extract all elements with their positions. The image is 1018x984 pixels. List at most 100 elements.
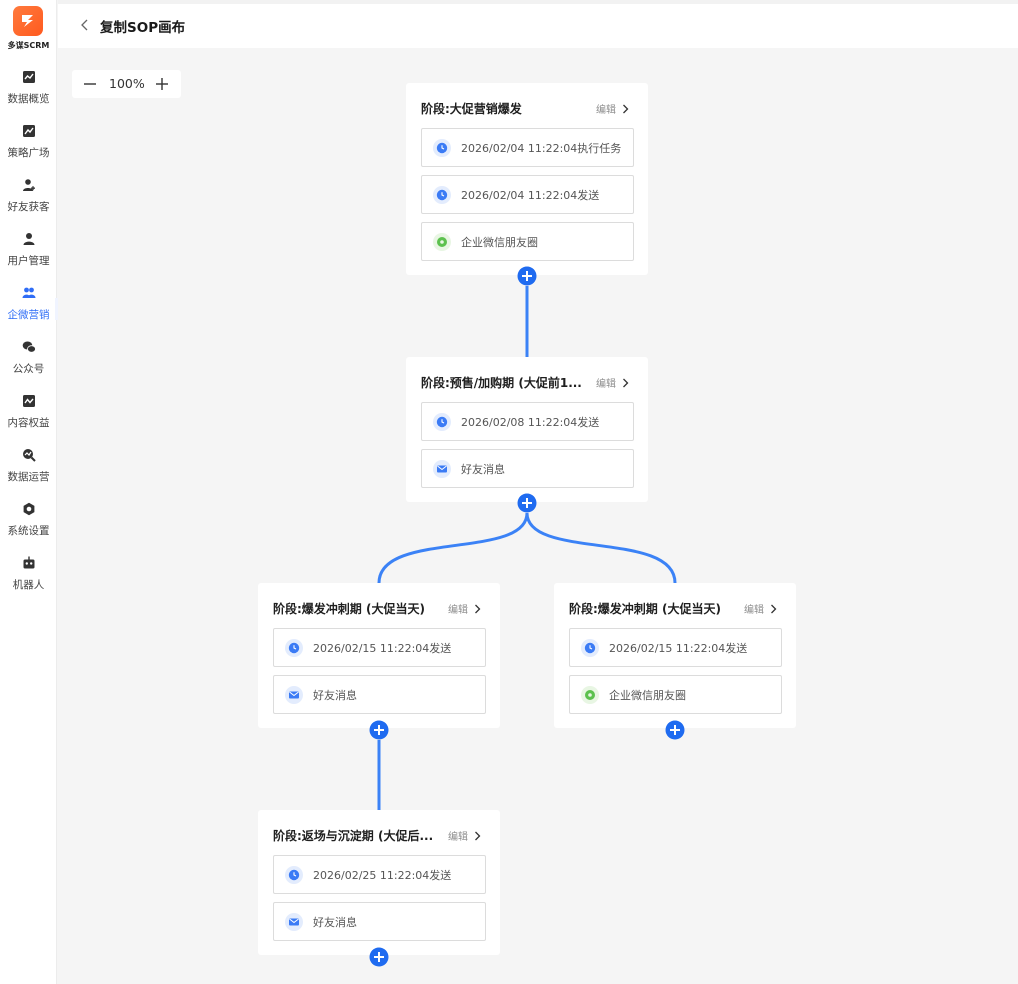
clock-icon bbox=[433, 138, 451, 157]
sidebar-item-data-ops[interactable]: 数据运营 bbox=[0, 448, 57, 496]
search-chart-icon bbox=[22, 449, 36, 462]
sop-stage-card[interactable]: 阶段:爆发冲刺期 (大促当天) 编辑 2026/02/15 11:22:04发送… bbox=[554, 583, 796, 728]
sop-stage-card[interactable]: 阶段:大促营销爆发 编辑 2026/02/04 11:22:04执行任务 202… bbox=[406, 83, 648, 275]
wechat-icon bbox=[22, 341, 36, 353]
sidebar-item-acquire[interactable]: 好友获客 bbox=[0, 178, 57, 226]
action-row[interactable]: 2026/02/15 11:22:04发送 bbox=[273, 628, 486, 667]
add-node-button[interactable] bbox=[517, 493, 537, 513]
chevron-right-icon bbox=[475, 604, 481, 614]
stage-title: 阶段:返场与沉淀期 (大促后... bbox=[273, 829, 434, 843]
zoom-out-icon[interactable] bbox=[81, 75, 99, 93]
sidebar-item-label: 策略广场 bbox=[7, 147, 50, 159]
trend-icon bbox=[22, 125, 35, 137]
add-node-button[interactable] bbox=[517, 266, 537, 286]
logo-icon bbox=[22, 15, 33, 27]
sop-stage-card[interactable]: 阶段:预售/加购期 (大促前1... 编辑 2026/02/08 11:22:0… bbox=[406, 357, 648, 502]
edit-button[interactable]: 编辑 bbox=[448, 828, 481, 843]
sidebar-item-label: 企微营销 bbox=[7, 309, 50, 321]
action-row[interactable]: 2026/02/04 11:22:04执行任务 bbox=[421, 128, 634, 167]
action-text: 2026/02/15 11:22:04发送 bbox=[609, 641, 748, 655]
zoom-control: 100% bbox=[72, 70, 181, 98]
chevron-right-icon bbox=[623, 378, 629, 388]
action-text: 2026/02/15 11:22:04发送 bbox=[313, 641, 452, 655]
add-node-button[interactable] bbox=[369, 947, 389, 967]
edit-label: 编辑 bbox=[596, 105, 616, 116]
sop-stage-card[interactable]: 阶段:返场与沉淀期 (大促后... 编辑 2026/02/25 11:22:04… bbox=[258, 810, 500, 955]
action-text: 2026/02/25 11:22:04发送 bbox=[313, 868, 452, 882]
action-row[interactable]: 好友消息 bbox=[421, 449, 634, 488]
action-row[interactable]: 好友消息 bbox=[273, 675, 486, 714]
sidebar-item-label: 用户管理 bbox=[7, 255, 50, 267]
add-node-button[interactable] bbox=[665, 720, 685, 740]
sidebar-item-content[interactable]: 内容权益 bbox=[0, 394, 57, 442]
clock-icon bbox=[581, 638, 599, 657]
group-icon bbox=[22, 287, 35, 298]
edit-label: 编辑 bbox=[448, 605, 468, 616]
brand-name: 多谋SCRM bbox=[7, 41, 50, 50]
back-arrow-icon[interactable] bbox=[78, 18, 92, 32]
sidebar-item-settings[interactable]: 系统设置 bbox=[0, 502, 57, 550]
sidebar-item-users[interactable]: 用户管理 bbox=[0, 232, 57, 280]
sidebar-item-wecom-marketing[interactable]: 企微营销 bbox=[0, 286, 58, 334]
edit-button[interactable]: 编辑 bbox=[744, 601, 777, 616]
action-text: 好友消息 bbox=[313, 915, 357, 929]
action-text: 企业微信朋友圈 bbox=[609, 688, 686, 702]
edit-label: 编辑 bbox=[596, 379, 616, 390]
action-text: 好友消息 bbox=[461, 462, 505, 476]
page-header: 复制SOP画布 bbox=[58, 0, 1018, 48]
edit-label: 编辑 bbox=[448, 832, 468, 843]
chevron-right-icon bbox=[475, 831, 481, 841]
chevron-right-icon bbox=[771, 604, 777, 614]
gear-icon bbox=[23, 502, 34, 516]
zoom-level: 100% bbox=[109, 76, 145, 91]
clock-icon bbox=[285, 865, 303, 884]
mail-icon bbox=[285, 912, 303, 931]
edge-2-4 bbox=[525, 512, 677, 584]
sop-stage-card[interactable]: 阶段:爆发冲刺期 (大促当天) 编辑 2026/02/15 11:22:04发送… bbox=[258, 583, 500, 728]
sidebar-item-robot[interactable]: 机器人 bbox=[0, 556, 57, 604]
sidebar-item-label: 系统设置 bbox=[7, 525, 50, 537]
action-row[interactable]: 企业微信朋友圈 bbox=[421, 222, 634, 261]
action-text: 企业微信朋友圈 bbox=[461, 235, 538, 249]
chart-icon bbox=[22, 71, 35, 83]
moments-icon bbox=[581, 685, 599, 704]
edit-label: 编辑 bbox=[744, 605, 764, 616]
mail-icon bbox=[285, 685, 303, 704]
sidebar-item-label: 数据运营 bbox=[7, 471, 50, 483]
action-row[interactable]: 2026/02/25 11:22:04发送 bbox=[273, 855, 486, 894]
stage-title: 阶段:大促营销爆发 bbox=[421, 102, 522, 116]
clock-icon bbox=[433, 412, 451, 431]
robot-icon bbox=[23, 556, 34, 569]
sidebar-item-label: 好友获客 bbox=[7, 201, 50, 213]
action-text: 好友消息 bbox=[313, 688, 357, 702]
action-text: 2026/02/04 11:22:04发送 bbox=[461, 188, 600, 202]
user-add-icon bbox=[22, 179, 35, 191]
sidebar-item-label: 数据概览 bbox=[7, 93, 50, 105]
edit-button[interactable]: 编辑 bbox=[448, 601, 481, 616]
action-row[interactable]: 好友消息 bbox=[273, 902, 486, 941]
page-title: 复制SOP画布 bbox=[100, 20, 186, 36]
edit-button[interactable]: 编辑 bbox=[596, 375, 629, 390]
stage-title: 阶段:爆发冲刺期 (大促当天) bbox=[569, 602, 721, 616]
clock-icon bbox=[433, 185, 451, 204]
moments-icon bbox=[433, 232, 451, 251]
action-row[interactable]: 2026/02/04 11:22:04发送 bbox=[421, 175, 634, 214]
user-icon bbox=[23, 233, 34, 245]
add-node-button[interactable] bbox=[369, 720, 389, 740]
sidebar-item-overview[interactable]: 数据概览 bbox=[0, 70, 57, 118]
app-logo[interactable] bbox=[13, 6, 43, 36]
action-row[interactable]: 企业微信朋友圈 bbox=[569, 675, 782, 714]
action-text: 2026/02/08 11:22:04发送 bbox=[461, 415, 600, 429]
sidebar-item-strategy[interactable]: 策略广场 bbox=[0, 124, 57, 172]
action-row[interactable]: 2026/02/15 11:22:04发送 bbox=[569, 628, 782, 667]
action-text: 2026/02/04 11:22:04执行任务 bbox=[461, 141, 622, 155]
mail-icon bbox=[433, 459, 451, 478]
edit-button[interactable]: 编辑 bbox=[596, 101, 629, 116]
sidebar-item-label: 机器人 bbox=[12, 579, 45, 591]
clock-icon bbox=[285, 638, 303, 657]
chevron-right-icon bbox=[623, 104, 629, 114]
zoom-in-icon[interactable] bbox=[153, 75, 171, 93]
sidebar-item-official-account[interactable]: 公众号 bbox=[0, 340, 57, 388]
action-row[interactable]: 2026/02/08 11:22:04发送 bbox=[421, 402, 634, 441]
stage-title: 阶段:爆发冲刺期 (大促当天) bbox=[273, 602, 425, 616]
